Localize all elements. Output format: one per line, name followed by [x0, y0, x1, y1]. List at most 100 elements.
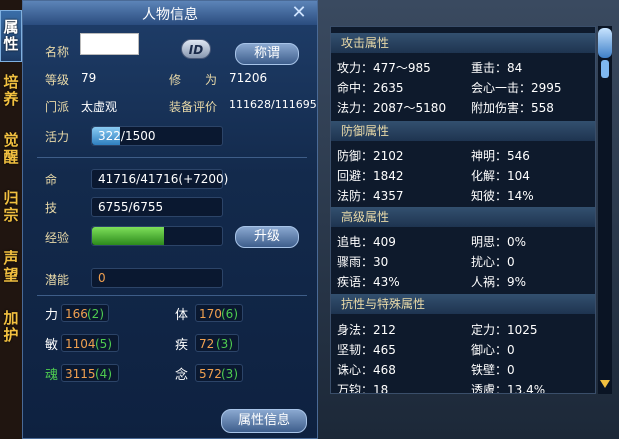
stat-chase-lightning: 追电：409	[337, 235, 396, 249]
attr-constitution-box: 170 (6)	[195, 304, 243, 322]
stat-dodge: 回避：1842	[337, 169, 404, 183]
attr-constitution-value: 170	[199, 307, 222, 321]
character-info-panel: 人物信息 ✕ 名称 ID 称谓 等级 79 修 为 71206 门派 太虚观 装…	[22, 0, 318, 439]
hp-value: 41716/41716(+7200)	[98, 172, 229, 186]
attr-agility-bonus: (5)	[95, 337, 112, 351]
name-label: 名称	[45, 45, 70, 59]
upgrade-button[interactable]: 升级	[235, 226, 299, 248]
stat-extra-damage: 附加伤害：558	[471, 101, 554, 115]
hp-field: 41716/41716(+7200)	[91, 169, 228, 189]
attr-mind-label: 念	[175, 368, 189, 383]
attr-agility-value: 1104	[65, 337, 96, 351]
name-field	[80, 33, 139, 55]
tab-label: 觉醒	[3, 131, 19, 166]
exp-bar	[91, 226, 223, 246]
energy-value: 322/1500	[98, 129, 156, 143]
stat-magic-power: 法力：2087～5180	[337, 101, 447, 115]
tab-label: 属性	[3, 18, 19, 53]
stat-heavy-hit: 重击：84	[471, 61, 523, 75]
tab-return-sect[interactable]: 归宗	[0, 190, 22, 230]
section-attack-header: 攻击属性	[331, 33, 595, 53]
stats-panel: 攻击属性 攻力：477～985 重击：84 命中：2635 会心一击：2995 …	[330, 26, 596, 394]
gear-score-label: 装备评价	[169, 100, 218, 114]
stat-sudden-rain: 骤雨：30	[337, 255, 389, 269]
section-resist-header: 抗性与特殊属性	[331, 294, 595, 314]
attribute-info-button[interactable]: 属性信息	[221, 409, 307, 433]
attr-soul-bonus: (4)	[95, 367, 112, 381]
attr-strength-label: 力	[45, 308, 59, 323]
hp-label: 命	[45, 173, 58, 187]
stat-calamity: 人祸：9%	[471, 275, 527, 289]
potential-label: 潜能	[45, 273, 70, 287]
attr-speed-value: 72	[199, 337, 215, 351]
tab-label: 声望	[3, 249, 19, 284]
scroll-down-icon[interactable]	[600, 380, 610, 388]
attr-agility-box: 1104 (5)	[61, 334, 119, 352]
stat-clear-thought: 明思：0%	[471, 235, 527, 249]
tab-cultivate[interactable]: 培养	[0, 74, 22, 114]
tab-attributes[interactable]: 属性	[0, 10, 22, 62]
divider	[37, 295, 307, 296]
stat-mind-guard: 御心：0	[471, 343, 515, 357]
exp-bar-fill	[92, 227, 164, 245]
stat-agility: 身法：212	[337, 323, 396, 337]
attr-soul-label: 魂	[45, 368, 59, 383]
tab-blessing[interactable]: 加护	[0, 310, 22, 350]
tab-reputation[interactable]: 声望	[0, 250, 22, 290]
attr-mind-box: 572 (3)	[195, 364, 243, 382]
stat-penetration: 透膚：13.4%	[471, 383, 546, 394]
potential-value: 0	[98, 271, 106, 285]
attr-strength-box: 166 (2)	[61, 304, 109, 322]
attr-strength-bonus: (2)	[87, 307, 104, 321]
section-defense-header: 防御属性	[331, 121, 595, 141]
attr-constitution-bonus: (6)	[221, 307, 238, 321]
cultivation-value: 71206	[229, 71, 268, 85]
scroll-thumb[interactable]	[601, 60, 609, 78]
attr-soul-value: 3115	[65, 367, 96, 381]
stat-swift-chant: 疾语：43%	[337, 275, 400, 289]
energy-label: 活力	[45, 130, 70, 144]
mp-label: 技	[45, 201, 58, 215]
stat-heart-strike: 诛心：468	[337, 363, 396, 377]
attr-constitution-label: 体	[175, 308, 189, 323]
energy-bar: 322/1500	[91, 126, 223, 146]
stat-toughness: 坚韧：465	[337, 343, 396, 357]
scroll-up-button[interactable]	[598, 28, 612, 58]
attr-speed-box: 72 (3)	[195, 334, 239, 352]
attr-mind-value: 572	[199, 367, 222, 381]
attr-speed-bonus: (3)	[216, 337, 233, 351]
divider	[37, 157, 307, 158]
stats-scrollbar[interactable]	[598, 26, 612, 394]
sect-label: 门派	[45, 100, 70, 114]
mp-value: 6755/6755	[98, 200, 164, 214]
stat-disturb-mind: 扰心：0	[471, 255, 515, 269]
attr-mind-bonus: (3)	[221, 367, 238, 381]
stat-defense: 防御：2102	[337, 149, 404, 163]
stat-resolve: 化解：104	[471, 169, 530, 183]
close-icon[interactable]: ✕	[289, 3, 309, 23]
attr-soul-box: 3115 (4)	[61, 364, 119, 382]
gear-score-value: 111628/111695	[229, 98, 317, 111]
tab-label: 培养	[3, 73, 19, 108]
sect-value: 太虚观	[81, 100, 118, 114]
level-label: 等级	[45, 73, 70, 87]
section-advanced-header: 高级属性	[331, 207, 595, 227]
title-button[interactable]: 称谓	[235, 43, 299, 65]
stat-thunder-weight: 万钧：18	[337, 383, 389, 394]
stat-accuracy: 命中：2635	[337, 81, 404, 95]
stat-divine: 神明：546	[471, 149, 530, 163]
side-tab-bar: 属性 培养 觉醒 归宗 声望 加护	[0, 0, 22, 439]
stat-attack-power: 攻力：477～985	[337, 61, 431, 75]
tab-label: 归宗	[3, 189, 19, 224]
attr-agility-label: 敏	[45, 338, 59, 353]
id-button[interactable]: ID	[181, 39, 211, 59]
cultivation-label: 修 为	[169, 73, 218, 87]
tab-awaken[interactable]: 觉醒	[0, 132, 22, 172]
panel-title: 人物信息	[142, 7, 198, 23]
exp-label: 经验	[45, 231, 70, 245]
stat-know-enemy: 知彼：14%	[471, 189, 534, 203]
stat-critical: 会心一击：2995	[471, 81, 562, 95]
stat-iron-wall: 铁壁：0	[471, 363, 515, 377]
attr-speed-label: 疾	[175, 338, 189, 353]
attr-strength-value: 166	[65, 307, 88, 321]
